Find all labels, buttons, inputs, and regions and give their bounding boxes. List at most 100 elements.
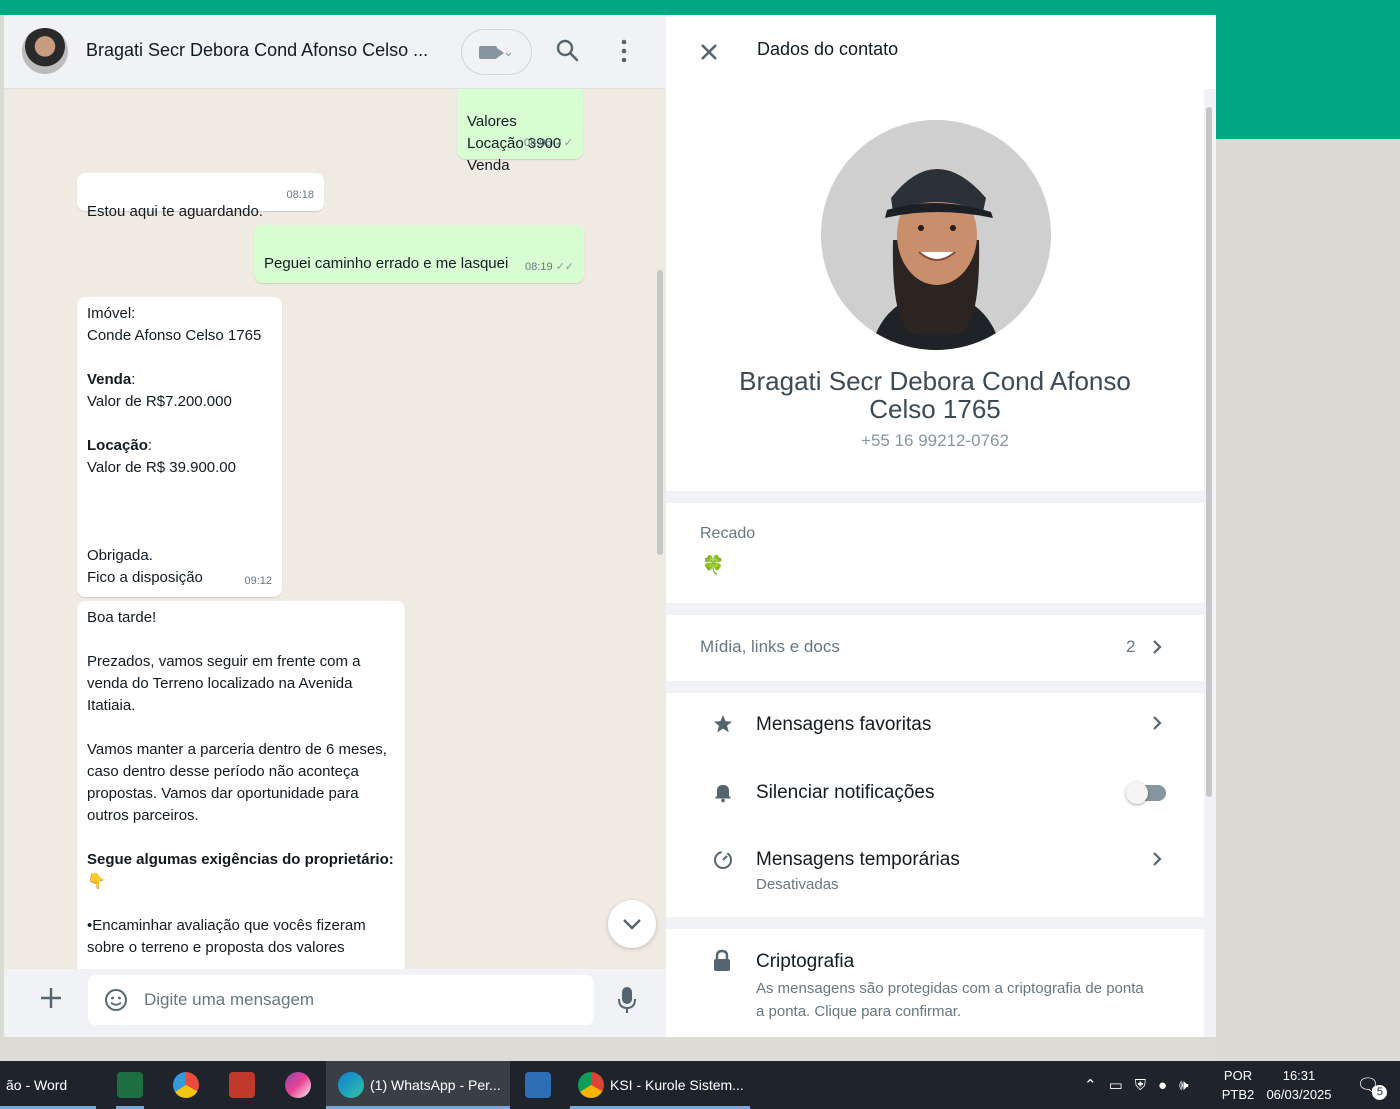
message-bubble-outgoing[interactable]: Valores Locação 3900 Venda 08:06 ✓✓ [457,89,583,174]
disappearing-messages-row[interactable]: Mensagens temporárias Desativadas [666,829,1204,917]
windows-taskbar: ão - Word (1) WhatsApp - Per... KSI - Ku… [0,1061,1400,1109]
chevron-right-icon [1153,852,1162,866]
menu-icon[interactable] [616,37,632,65]
taskbar-item-excel[interactable] [110,1061,150,1109]
video-call-button[interactable]: ⌄ [461,29,532,75]
mute-notifications-row[interactable]: Silenciar notificações [666,761,1204,829]
notification-icon: 🗨 5 [1357,1075,1388,1100]
close-icon[interactable] [698,41,720,63]
encryption-description: As mensagens são protegidas com a cripto… [756,980,1144,1020]
toggle-knob [1126,782,1148,804]
message-line: Imóvel: [87,305,136,322]
search-icon[interactable] [554,37,580,63]
chat-title[interactable]: Bragati Secr Debora Cond Afonso Celso ..… [86,40,428,61]
message-line: Valor de R$ 39.900.00 [87,459,236,476]
profile-photo[interactable] [821,120,1051,350]
language-indicator[interactable]: POR PTB2 [1220,1061,1256,1109]
message-line: Conde Afonso Celso 1765 [87,327,262,344]
message-paragraph: Prezados, vamos seguir em frente com a v… [87,653,361,714]
contact-avatar[interactable] [22,28,68,74]
message-input-box[interactable] [88,975,594,1025]
window-top-accent-bar [0,0,1400,15]
message-line: Valor de R$7.200.000 [87,393,232,410]
cloud-icon[interactable]: ● [1158,1077,1167,1094]
taskbar-item-paint[interactable] [278,1061,318,1109]
message-bubble-incoming[interactable]: Estou aqui te aguardando. 08:18 [77,173,324,220]
media-count: 2 [1126,637,1136,656]
panel-title: Dados do contato [757,39,899,59]
message-paragraph: Vamos manter a parceria dentro de 6 mese… [87,741,387,824]
keyboard-layout: PTB2 [1221,1087,1255,1102]
taskbar-item-calculator[interactable] [518,1061,558,1109]
message-line: Obrigada. [87,547,153,564]
notification-count: 5 [1372,1084,1388,1100]
mute-notifications-label: Silenciar notificações [756,782,935,803]
taskbar-label: (1) WhatsApp - Per... [370,1077,501,1093]
sticker-emoji-icon[interactable] [104,988,128,1012]
message-line: Boa tarde! [87,609,157,626]
contact-info-panel: Dados do contato Bragati Secr Debora Con… [666,15,1216,1037]
read-ticks-icon: ✓✓ [554,137,573,149]
volume-icon[interactable]: 🕪 [1179,1077,1188,1094]
chevron-down-icon: ⌄ [503,44,514,59]
chat-header[interactable]: Bragati Secr Debora Cond Afonso Celso ..… [4,15,666,89]
pdf-icon [229,1072,255,1098]
paint-icon [285,1072,311,1098]
message-bubble-incoming[interactable]: Boa tarde! Prezados, vamos seguir em fre… [77,601,405,969]
background-area [1216,139,1400,1061]
excel-icon [117,1072,143,1098]
message-paragraph: •Encaminhar avaliação que vocês fizeram … [87,917,366,956]
plus-icon[interactable] [38,985,64,1011]
chat-scrollbar-thumb[interactable] [657,270,663,555]
about-value: 🍀 [702,555,725,575]
taskbar-label: KSI - Kurole Sistem... [610,1077,744,1093]
mute-toggle[interactable] [1126,782,1166,804]
taskbar-item-whatsapp[interactable]: (1) WhatsApp - Per... [326,1061,510,1109]
chrome-icon [578,1072,604,1098]
chat-pane: Bragati Secr Debora Cond Afonso Celso ..… [0,15,666,1037]
profile-card: Bragati Secr Debora Cond Afonso Celso 17… [666,89,1204,491]
media-label: Mídia, links e docs [700,637,840,656]
chevron-up-icon[interactable]: ⌃ [1084,1076,1097,1094]
bell-icon [715,785,731,803]
network-icon[interactable]: ▭ [1109,1076,1123,1094]
clock-time: 16:31 [1282,1068,1316,1083]
message-composer [4,969,666,1037]
background-accent-block [1216,15,1400,139]
message-list[interactable]: Valores Locação 3900 Venda 08:06 ✓✓ Estou… [4,89,666,969]
starred-messages-row[interactable]: Mensagens favoritas [666,693,1204,761]
edge-icon [338,1072,364,1098]
taskbar-item-word[interactable]: ão - Word [0,1061,96,1109]
media-links-docs-row[interactable]: Mídia, links e docs 2 [666,615,1204,681]
starred-messages-label: Mensagens favoritas [756,714,932,735]
star-icon [714,715,732,733]
message-time: 08:06 ✓✓ [524,137,573,149]
message-line: Venda: [87,371,136,388]
message-time: 08:18 [286,189,314,201]
taskbar-item-pdf[interactable] [222,1061,262,1109]
chevron-right-icon [1153,716,1162,730]
security-icon[interactable]: ⛨ [1135,1077,1146,1094]
system-tray-icons[interactable]: ⌃ ▭ ⛨ ● 🕪 [1084,1061,1189,1109]
panel-scrollbar-thumb[interactable] [1206,107,1212,797]
contact-panel-header: Dados do contato [666,15,1216,89]
video-camera-icon [479,45,505,59]
encryption-row[interactable]: Criptografia As mensagens são protegidas… [666,929,1204,1037]
message-input[interactable] [144,975,584,1025]
microphone-icon[interactable] [616,985,638,1015]
about-card: Recado 🍀 [666,503,1204,603]
scroll-to-bottom-button[interactable] [608,900,656,948]
message-time: 09:12 [244,575,272,587]
message-text: Estou aqui te aguardando. [87,203,263,220]
message-bubble-incoming[interactable]: Imóvel: Conde Afonso Celso 1765 Venda: V… [77,297,282,597]
profile-photo-image [821,120,1051,350]
notification-center-button[interactable]: 🗨 5 [1350,1061,1388,1109]
message-paragraph: Segue algumas exigências do proprietário… [87,851,394,890]
taskbar-item-app[interactable] [166,1061,206,1109]
clock[interactable]: 16:31 06/03/2025 [1262,1061,1336,1109]
taskbar-item-chrome[interactable]: KSI - Kurole Sistem... [570,1061,750,1109]
app-icon [173,1072,199,1098]
message-line: Locação: [87,437,153,454]
message-bubble-outgoing[interactable]: Peguei caminho errado e me lasquei 08:19… [254,225,584,283]
contact-phone: +55 16 99212-0762 [861,431,1009,450]
